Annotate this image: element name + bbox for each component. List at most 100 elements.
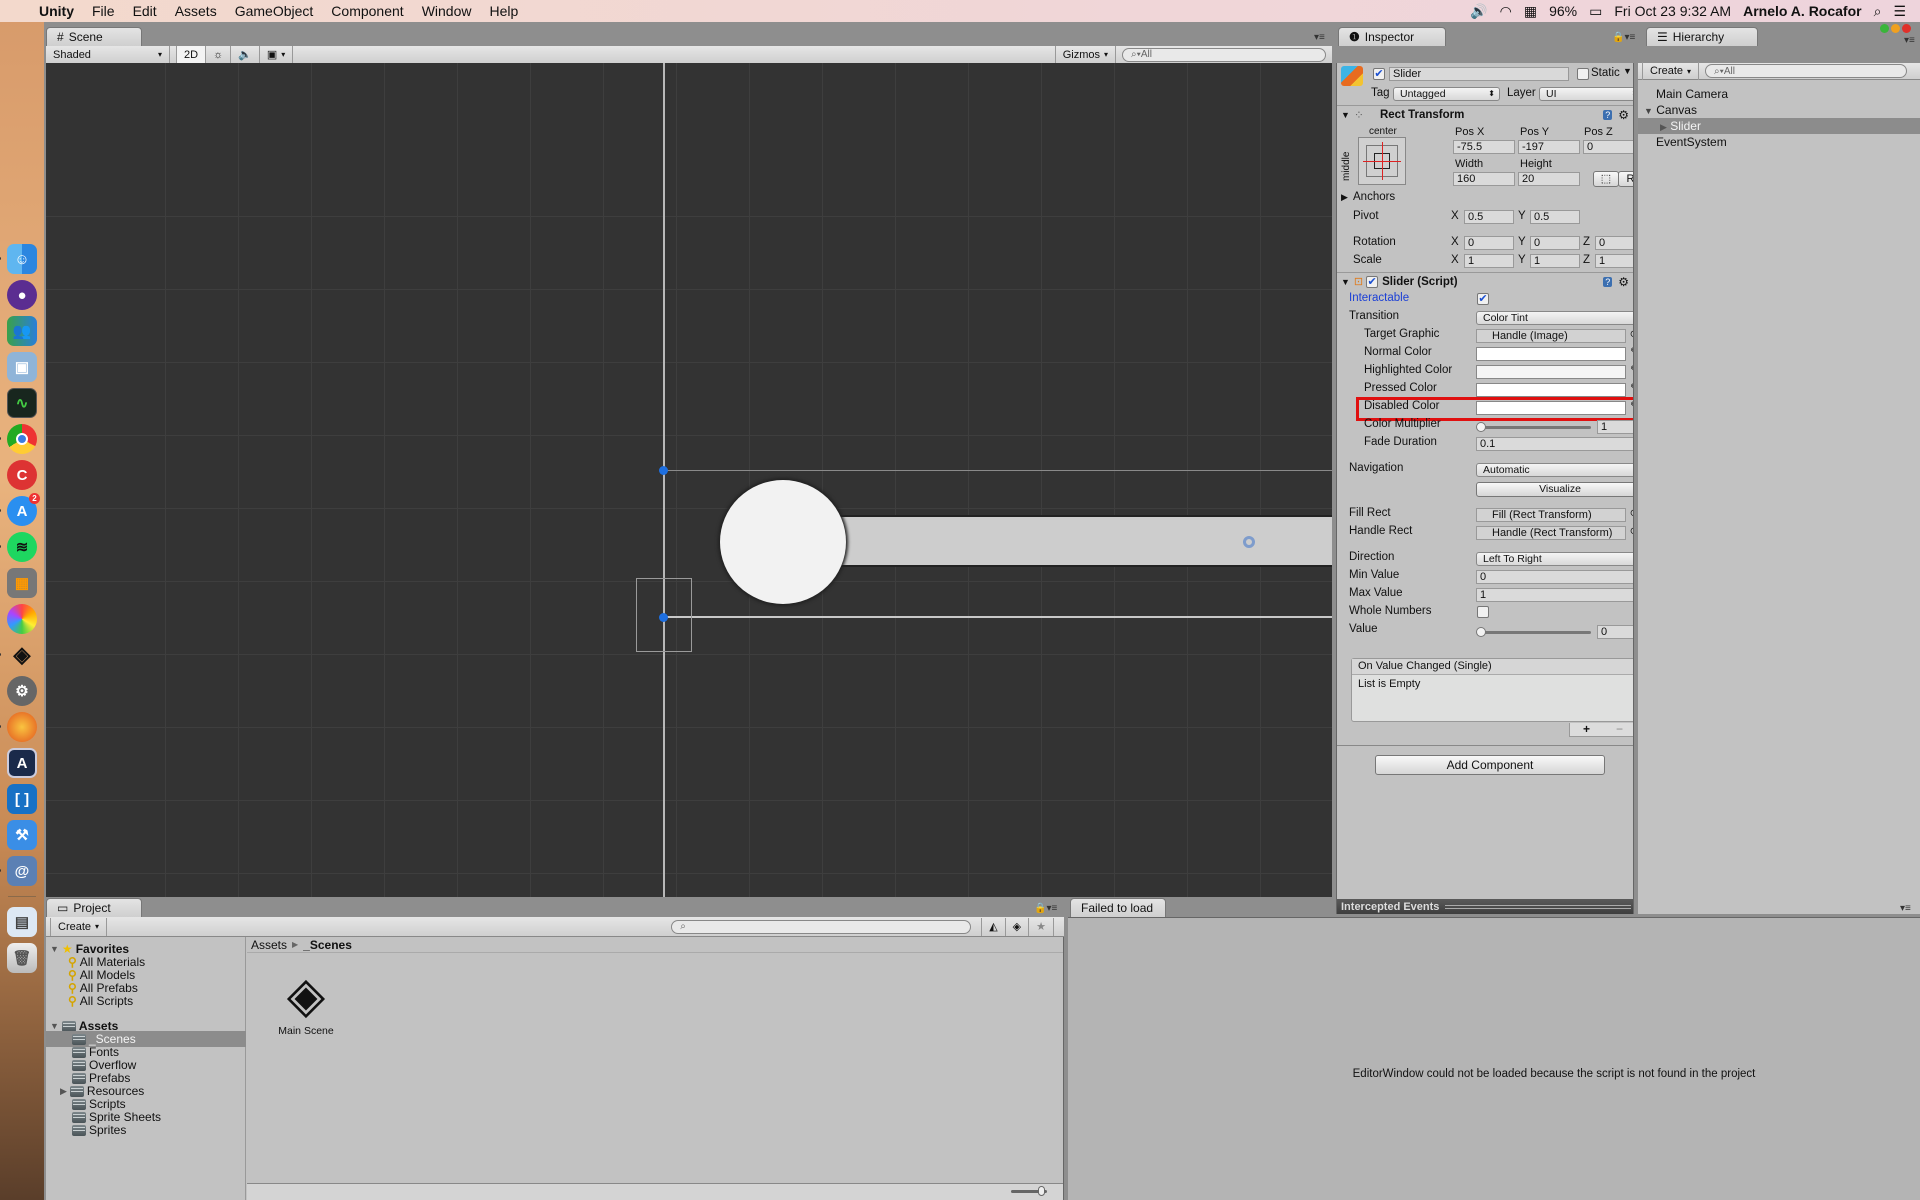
preview-icon[interactable]: ▣ bbox=[7, 352, 37, 382]
pivot-y-input[interactable]: 0.5 bbox=[1530, 210, 1580, 224]
gizmos-dropdown[interactable]: Gizmos ▾ bbox=[1054, 45, 1116, 64]
photos-icon[interactable] bbox=[7, 604, 37, 634]
pos-x-input[interactable]: -75.5 bbox=[1453, 140, 1515, 154]
blueprint-mode-button[interactable]: ⬚ bbox=[1593, 171, 1619, 187]
asset-tile-main-scene[interactable]: ◈ Main Scene bbox=[266, 965, 346, 1037]
min-value-input[interactable]: 0 bbox=[1476, 570, 1633, 584]
hierarchy-item-main-camera[interactable]: Main Camera bbox=[1638, 86, 1920, 102]
transition-dropdown[interactable]: Color Tint bbox=[1476, 311, 1633, 325]
close-window-button[interactable] bbox=[1902, 24, 1911, 33]
foldout-expanded-icon[interactable]: ▼ bbox=[1644, 106, 1653, 116]
highlighted-color-field[interactable] bbox=[1476, 365, 1626, 379]
breadcrumb-scenes[interactable]: _Scenes bbox=[303, 938, 352, 952]
slider-enabled-checkbox[interactable]: ✔ bbox=[1366, 275, 1379, 288]
menu-component[interactable]: Component bbox=[322, 3, 412, 19]
effects-dropdown[interactable]: ▣ ▾ bbox=[260, 45, 294, 64]
eyedropper-icon[interactable]: ✎ bbox=[1628, 381, 1633, 395]
downloads-icon[interactable]: ▤ bbox=[7, 907, 37, 937]
project-lock-icon[interactable]: 🔒▾≡ bbox=[1034, 903, 1057, 914]
menu-gameobject[interactable]: GameObject bbox=[226, 3, 323, 19]
zoom-window-button[interactable] bbox=[1880, 24, 1889, 33]
value-slider-knob[interactable] bbox=[1476, 627, 1486, 637]
tab-inspector[interactable]: ❶ Inspector bbox=[1338, 27, 1446, 46]
wifi-icon[interactable]: ◠ bbox=[1500, 3, 1512, 20]
pressed-color-field[interactable] bbox=[1476, 383, 1626, 397]
lighting-toggle-button[interactable]: ☼ bbox=[206, 45, 232, 64]
project-create-dropdown[interactable]: Create ▾ bbox=[50, 917, 108, 936]
visualize-button[interactable]: Visualize bbox=[1476, 482, 1633, 497]
gear-icon[interactable]: ⚙ bbox=[1618, 108, 1629, 122]
hierarchy-item-slider[interactable]: ▶ Slider bbox=[1638, 118, 1920, 134]
toggle-2d-button[interactable]: 2D bbox=[176, 45, 207, 64]
menu-assets[interactable]: Assets bbox=[166, 3, 226, 19]
object-name-input[interactable]: Slider bbox=[1389, 67, 1569, 81]
instruments-icon[interactable]: A bbox=[7, 748, 37, 778]
calendar-icon[interactable]: ▦ bbox=[1524, 3, 1537, 20]
minimize-window-button[interactable] bbox=[1891, 24, 1900, 33]
scene-search-input[interactable]: ⌕▾ All bbox=[1122, 47, 1326, 62]
max-value-input[interactable]: 1 bbox=[1476, 588, 1633, 602]
interactable-checkbox[interactable]: ✔ bbox=[1477, 293, 1489, 305]
scale-x-input[interactable]: 1 bbox=[1464, 254, 1514, 268]
hierarchy-create-dropdown[interactable]: Create ▾ bbox=[1642, 62, 1700, 80]
notification-center-icon[interactable]: ☰ bbox=[1893, 3, 1906, 20]
object-picker-icon[interactable]: ⊙ bbox=[1627, 526, 1633, 537]
activity-monitor-icon[interactable]: ∿ bbox=[7, 388, 37, 418]
foldout-expanded-icon[interactable]: ▼ bbox=[50, 1021, 59, 1031]
height-input[interactable]: 20 bbox=[1518, 172, 1580, 186]
hierarchy-item-canvas[interactable]: ▼ Canvas bbox=[1638, 102, 1920, 118]
target-graphic-field[interactable]: Handle (Image) bbox=[1476, 329, 1626, 343]
eyedropper-icon[interactable]: ✎ bbox=[1628, 345, 1633, 359]
menu-window[interactable]: Window bbox=[413, 3, 481, 19]
rotation-x-input[interactable]: 0 bbox=[1464, 236, 1514, 250]
hierarchy-item-eventsystem[interactable]: EventSystem bbox=[1638, 134, 1920, 150]
help-icon[interactable]: ? bbox=[1603, 276, 1613, 287]
remove-event-button[interactable]: − bbox=[1616, 723, 1623, 736]
static-checkbox[interactable] bbox=[1577, 68, 1589, 80]
xcode-icon[interactable]: ⚒ bbox=[7, 820, 37, 850]
anchors-label[interactable]: Anchors bbox=[1353, 191, 1395, 203]
slider-handle[interactable] bbox=[720, 480, 846, 604]
gear-icon[interactable]: ⚙ bbox=[1618, 275, 1629, 289]
object-picker-icon[interactable]: ⊙ bbox=[1627, 508, 1633, 519]
favorite-item[interactable]: ⚲ All Scripts bbox=[68, 993, 133, 1009]
drag-handle-icon[interactable] bbox=[1445, 904, 1631, 909]
active-checkbox[interactable]: ✔ bbox=[1373, 68, 1385, 80]
unity-icon[interactable]: ◈ bbox=[0, 640, 37, 670]
color-multiplier-track[interactable] bbox=[1479, 426, 1591, 429]
eyedropper-icon[interactable]: ✎ bbox=[1628, 363, 1633, 377]
shading-mode-dropdown[interactable]: Shaded ▾ bbox=[46, 45, 170, 64]
foldout-arrow-icon[interactable]: ▼ bbox=[1341, 277, 1350, 287]
fade-duration-input[interactable]: 0.1 bbox=[1476, 437, 1633, 451]
firefox-icon[interactable] bbox=[0, 712, 37, 742]
calculator-icon[interactable]: ▦ bbox=[7, 568, 37, 598]
messenger-icon[interactable]: 👥 bbox=[7, 316, 37, 346]
tab-scene[interactable]: # Scene bbox=[46, 27, 142, 46]
user-name[interactable]: Arnelo A. Rocafor bbox=[1743, 3, 1862, 19]
github-icon[interactable]: ● bbox=[7, 280, 37, 310]
color-multiplier-input[interactable]: 1 bbox=[1597, 420, 1633, 434]
monodevelop-icon[interactable]: @ bbox=[0, 856, 37, 886]
direction-dropdown[interactable]: Left To Right bbox=[1476, 552, 1633, 566]
foldout-arrow-icon[interactable]: ▼ bbox=[1341, 110, 1350, 120]
scene-view[interactable] bbox=[46, 63, 1332, 897]
clock[interactable]: Fri Oct 23 9:32 AM bbox=[1614, 3, 1731, 19]
static-dropdown-icon[interactable]: ▼ bbox=[1623, 66, 1632, 76]
pivot-handle[interactable] bbox=[1243, 536, 1255, 548]
app-store-icon[interactable]: A2 bbox=[0, 493, 40, 526]
pivot-x-input[interactable]: 0.5 bbox=[1464, 210, 1514, 224]
menu-file[interactable]: File bbox=[83, 3, 124, 19]
raw-edit-button[interactable]: R bbox=[1618, 171, 1633, 187]
add-component-button[interactable]: Add Component bbox=[1375, 755, 1605, 775]
foldout-collapsed-icon[interactable]: ▶ bbox=[1660, 122, 1667, 132]
volume-icon[interactable]: 🔊 bbox=[1470, 3, 1487, 20]
navigation-dropdown[interactable]: Automatic bbox=[1476, 463, 1633, 477]
scale-z-input[interactable]: 1 bbox=[1595, 254, 1633, 268]
hierarchy-panel-menu-icon[interactable]: ▾≡ bbox=[1904, 35, 1915, 46]
intercepted-events-bar[interactable]: Intercepted Events bbox=[1337, 899, 1633, 914]
hierarchy-search-input[interactable]: ⌕▾ All bbox=[1705, 64, 1908, 78]
finder-icon[interactable]: ☺ bbox=[0, 244, 37, 274]
anchor-preset-button[interactable] bbox=[1358, 137, 1406, 185]
normal-color-field[interactable] bbox=[1476, 347, 1626, 361]
audio-toggle-button[interactable]: 🔈 bbox=[231, 45, 260, 64]
